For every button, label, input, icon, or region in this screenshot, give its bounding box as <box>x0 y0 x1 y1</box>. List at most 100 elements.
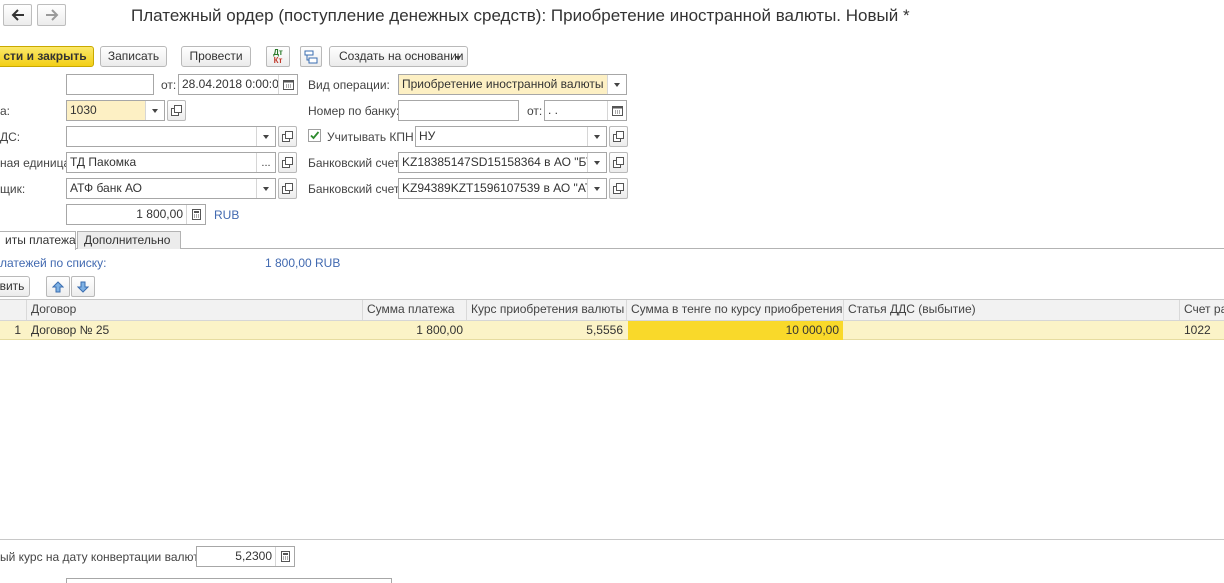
row-amount[interactable]: 1 800,00 <box>363 321 467 340</box>
calendar-icon[interactable] <box>607 101 626 120</box>
open-kpn-button[interactable] <box>609 126 628 147</box>
open-icon <box>613 157 624 168</box>
move-down-button[interactable] <box>71 276 95 297</box>
conversion-rate-value: 5,2300 <box>235 549 272 563</box>
open-account-button[interactable] <box>167 100 186 121</box>
col-n <box>0 300 27 320</box>
post-button[interactable]: Провести <box>181 46 251 67</box>
date-field[interactable]: 28.04.2018 0:00:00 <box>178 74 298 95</box>
operation-label: Вид операции: <box>308 78 390 92</box>
structural-unit-field[interactable]: ТД Пакомка ... <box>66 152 276 173</box>
window-title: Платежный ордер (поступление денежных ср… <box>131 6 910 25</box>
open-icon <box>282 157 293 168</box>
col-rate[interactable]: Курс приобретения валюты <box>467 300 627 320</box>
bank-date-value: . . <box>548 103 559 117</box>
move-up-button[interactable] <box>46 276 70 297</box>
bank-number-field[interactable] <box>398 100 519 121</box>
hierarchy-icon <box>304 50 318 63</box>
tab-payment-details[interactable]: иты платежа <box>0 231 76 250</box>
operation-select[interactable]: Приобретение иностранной валюты <box>398 74 627 95</box>
open-structural-unit-button[interactable] <box>278 152 297 173</box>
open-icon <box>282 183 293 194</box>
bank-account1-value: KZ18385147SD15158364 в АО "БТА <box>402 155 601 169</box>
arrow-left-icon <box>11 9 24 21</box>
calendar-icon[interactable] <box>278 75 297 94</box>
bank-account2-select[interactable]: KZ94389KZT1596107539 в АО "АТФ <box>398 178 607 199</box>
open-bank-account1-button[interactable] <box>609 152 628 173</box>
account-value: 1030 <box>70 103 97 117</box>
chevron-down-icon[interactable] <box>587 153 606 172</box>
open-icon <box>282 131 293 142</box>
amount-value: 1 800,00 <box>136 207 183 221</box>
col-contract[interactable]: Договор <box>27 300 363 320</box>
ellipsis-icon[interactable]: ... <box>256 153 275 172</box>
kpn-label: Учитывать КПН <box>327 130 414 144</box>
col-amount[interactable]: Сумма платежа <box>363 300 467 320</box>
summary-currency: RUB <box>315 256 341 270</box>
row-amount-kzt[interactable]: 10 000,00 <box>628 321 843 340</box>
kpn-value: НУ <box>419 129 436 143</box>
summary-label: латежей по списку: <box>0 256 107 270</box>
account-field[interactable]: 1030 <box>66 100 165 121</box>
chevron-down-icon[interactable] <box>607 75 626 94</box>
dt-kt-icon: Дт Кт <box>273 47 283 65</box>
conversion-rate-field[interactable]: 5,2300 <box>196 546 295 567</box>
dds-field[interactable] <box>66 126 276 147</box>
open-payer-button[interactable] <box>278 178 297 199</box>
row-rate[interactable]: 5,5556 <box>467 321 627 340</box>
col-account[interactable]: Счет ра <box>1180 300 1224 320</box>
chevron-down-icon[interactable] <box>145 101 164 120</box>
account-label: а: <box>0 104 11 118</box>
structure-button[interactable] <box>300 46 322 67</box>
col-dds-item[interactable]: Статья ДДС (выбытие) <box>844 300 1180 320</box>
number-field[interactable] <box>66 74 154 95</box>
structural-unit-label: ная единица: <box>0 156 74 170</box>
post-and-close-button[interactable]: сти и закрыть <box>0 46 94 67</box>
add-row-button[interactable]: вить <box>0 276 30 297</box>
row-dds-item[interactable] <box>844 321 1180 340</box>
chevron-down-icon[interactable] <box>587 127 606 146</box>
structural-unit-value: ТД Пакомка <box>70 155 137 169</box>
open-icon <box>613 183 624 194</box>
dt-kt-button[interactable]: Дт Кт <box>266 46 290 67</box>
row-contract[interactable]: Договор № 25 <box>27 321 363 340</box>
conversion-rate-label: ый курс на дату конвертации валюты: <box>0 550 211 564</box>
date-value: 28.04.2018 0:00:00 <box>182 77 286 91</box>
date-label: от: <box>161 78 177 92</box>
create-based-on-button[interactable]: Создать на основании <box>329 46 468 67</box>
payer-value: АТФ банк АО <box>70 181 143 195</box>
open-dds-button[interactable] <box>278 126 297 147</box>
currency-label: RUB <box>214 208 240 222</box>
create-based-on-label: Создать на основании <box>339 49 464 63</box>
operation-value: Приобретение иностранной валюты <box>402 77 604 91</box>
payer-label: щик: <box>0 182 26 196</box>
arrow-right-icon <box>45 9 58 21</box>
open-icon <box>171 105 182 116</box>
open-bank-account2-button[interactable] <box>609 178 628 199</box>
col-amount-kzt[interactable]: Сумма в тенге по курсу приобретения <box>627 300 844 320</box>
amount-field[interactable]: 1 800,00 <box>66 204 206 225</box>
bank-number-label: Номер по банку: <box>308 104 400 118</box>
row-account[interactable]: 1022 <box>1180 321 1224 340</box>
save-button[interactable]: Записать <box>100 46 167 67</box>
chevron-down-icon[interactable] <box>256 179 275 198</box>
tabs-baseline <box>0 248 1224 249</box>
forward-button[interactable] <box>37 4 66 26</box>
bank-account1-label: Банковский счет: <box>308 156 403 170</box>
kpn-checkbox[interactable] <box>308 129 321 142</box>
bank-account1-select[interactable]: KZ18385147SD15158364 в АО "БТА <box>398 152 607 173</box>
bank-date-field[interactable]: . . <box>544 100 627 121</box>
summary-amount: 1 800,00 <box>265 256 312 270</box>
chevron-down-icon[interactable] <box>256 127 275 146</box>
open-icon <box>613 131 624 142</box>
bank-date-label: от: <box>527 104 543 118</box>
back-button[interactable] <box>3 4 32 26</box>
next-field-edge[interactable] <box>66 578 392 583</box>
tab-additional[interactable]: Дополнительно <box>77 231 181 249</box>
kpn-select[interactable]: НУ <box>415 126 607 147</box>
calculator-icon[interactable] <box>275 547 294 566</box>
calculator-icon[interactable] <box>186 205 205 224</box>
payer-field[interactable]: АТФ банк АО <box>66 178 276 199</box>
bank-account2-value: KZ94389KZT1596107539 в АО "АТФ <box>402 181 601 195</box>
chevron-down-icon[interactable] <box>587 179 606 198</box>
